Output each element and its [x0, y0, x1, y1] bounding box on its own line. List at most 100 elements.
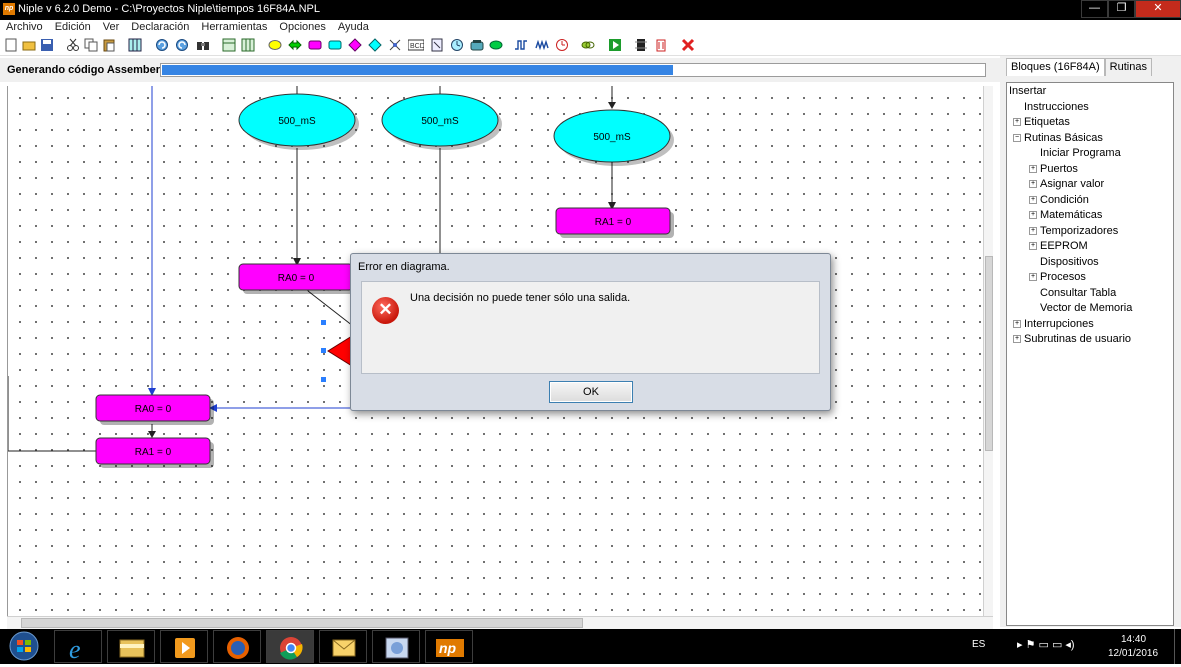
ellipse-icon[interactable]: [268, 38, 282, 52]
menu-declaracion[interactable]: Declaración: [125, 20, 195, 36]
tree-item[interactable]: + Procesos: [1007, 271, 1173, 287]
decision-shape[interactable]: [327, 335, 353, 367]
save-icon[interactable]: [40, 38, 54, 52]
connector-icon[interactable]: [489, 38, 503, 52]
tree-item[interactable]: + Etiquetas: [1007, 116, 1173, 132]
decision-icon[interactable]: [348, 38, 362, 52]
expand-icon[interactable]: +: [1029, 242, 1037, 251]
menu-opciones[interactable]: Opciones: [273, 20, 331, 36]
close-button[interactable]: ✕: [1135, 0, 1181, 18]
tree-item[interactable]: Instrucciones: [1007, 101, 1173, 117]
menu-ver[interactable]: Ver: [97, 20, 126, 36]
delete-icon[interactable]: [654, 38, 668, 52]
tree-item[interactable]: + Asignar valor: [1007, 178, 1173, 194]
tree-item[interactable]: − Rutinas Básicas: [1007, 132, 1173, 148]
tree-item[interactable]: + Condición: [1007, 194, 1173, 210]
paste-icon[interactable]: [102, 38, 116, 52]
bcd-icon[interactable]: BCD: [408, 38, 424, 52]
tab-rutinas[interactable]: Rutinas: [1104, 58, 1152, 76]
diamond-icon[interactable]: [368, 38, 382, 52]
language-indicator[interactable]: ES: [972, 639, 985, 650]
vertical-scrollbar[interactable]: [983, 86, 993, 616]
clock-icon[interactable]: [555, 38, 569, 52]
scroll-thumb[interactable]: [21, 618, 583, 628]
redo-icon[interactable]: [175, 38, 189, 52]
ie-icon[interactable]: e: [54, 630, 102, 664]
selection-handle[interactable]: [321, 377, 326, 382]
data-icon[interactable]: [388, 38, 402, 52]
niple-app-icon[interactable]: np: [3, 3, 15, 15]
expand-icon[interactable]: +: [1013, 319, 1021, 328]
niple-icon[interactable]: np: [425, 630, 473, 663]
binoculars-icon[interactable]: [196, 38, 210, 52]
cut-icon[interactable]: [66, 38, 80, 52]
tree-item[interactable]: + Subrutinas de usuario: [1007, 333, 1173, 349]
menu-archivo[interactable]: Archivo: [0, 20, 49, 36]
photo-icon[interactable]: [372, 630, 420, 663]
run-icon[interactable]: [608, 38, 622, 52]
clock-time[interactable]: 14:40: [1121, 634, 1146, 645]
minimize-button[interactable]: —: [1081, 0, 1108, 18]
ok-button[interactable]: OK: [549, 381, 633, 403]
tree-item[interactable]: Dispositivos: [1007, 256, 1173, 272]
expand-icon[interactable]: +: [1029, 273, 1037, 282]
bit-icon[interactable]: [430, 38, 444, 52]
arrow-block-icon[interactable]: [288, 38, 302, 52]
cancel-icon[interactable]: [681, 38, 695, 52]
tree-item[interactable]: + Temporizadores: [1007, 225, 1173, 241]
dialog-title: Error en diagrama.: [358, 261, 450, 273]
chrome-icon[interactable]: [266, 630, 314, 663]
menu-edicion[interactable]: Edición: [49, 20, 97, 36]
expand-icon[interactable]: +: [1029, 211, 1037, 220]
selection-handle[interactable]: [321, 320, 326, 325]
mail-icon[interactable]: [319, 630, 367, 663]
undo-icon[interactable]: [155, 38, 169, 52]
pulse-icon[interactable]: [514, 38, 528, 52]
toolbar: BCD: [0, 36, 1181, 56]
maximize-button[interactable]: ❐: [1108, 0, 1135, 18]
tree-item[interactable]: Insertar: [1007, 85, 1173, 101]
media-player-icon[interactable]: [160, 630, 208, 663]
tree-item[interactable]: Vector de Memoria: [1007, 302, 1173, 318]
tab-bloques[interactable]: Bloques (16F84A): [1006, 58, 1105, 76]
show-desktop-button[interactable]: [1174, 629, 1181, 664]
firefox-icon[interactable]: [213, 630, 261, 663]
expand-icon[interactable]: +: [1029, 195, 1037, 204]
expand-icon[interactable]: +: [1029, 164, 1037, 173]
grid-icon[interactable]: [128, 38, 142, 52]
expand-icon[interactable]: +: [1013, 335, 1021, 344]
expand-icon[interactable]: +: [1029, 226, 1037, 235]
wave-icon[interactable]: [535, 38, 549, 52]
explorer-icon[interactable]: [107, 630, 155, 663]
phone-icon[interactable]: [470, 38, 484, 52]
timer-icon[interactable]: [450, 38, 464, 52]
tree-item-label: Interrupciones: [1024, 317, 1094, 330]
collapse-icon[interactable]: −: [1013, 133, 1021, 142]
tree-item[interactable]: + Interrupciones: [1007, 318, 1173, 334]
tree-item[interactable]: + Matemáticas: [1007, 209, 1173, 225]
tree-item[interactable]: + Puertos: [1007, 163, 1173, 179]
horizontal-scrollbar[interactable]: [7, 616, 993, 629]
panel-icon[interactable]: [222, 38, 236, 52]
blocks-tree[interactable]: Insertar Instrucciones + Etiquetas − Rutinas …: [1006, 82, 1174, 626]
new-icon[interactable]: [4, 38, 18, 52]
tree-item[interactable]: + EEPROM: [1007, 240, 1173, 256]
process-block-icon[interactable]: [308, 38, 322, 52]
start-button[interactable]: [3, 630, 45, 663]
selection-handle[interactable]: [321, 348, 326, 353]
expand-icon[interactable]: +: [1029, 180, 1037, 189]
chip-icon[interactable]: [634, 38, 648, 52]
tree-item[interactable]: Consultar Tabla: [1007, 287, 1173, 303]
tray-icons[interactable]: ▸ ⚑ ▭ ▭ ◂): [1017, 638, 1075, 651]
open-icon[interactable]: [22, 38, 36, 52]
menu-ayuda[interactable]: Ayuda: [332, 20, 375, 36]
menu-herramientas[interactable]: Herramientas: [195, 20, 273, 36]
subroutine-block-icon[interactable]: [328, 38, 342, 52]
panel2-icon[interactable]: [241, 38, 255, 52]
expand-icon[interactable]: +: [1013, 118, 1021, 127]
chain-icon[interactable]: [581, 38, 595, 52]
scroll-thumb[interactable]: [985, 256, 993, 451]
tree-item[interactable]: Iniciar Programa: [1007, 147, 1173, 163]
clock-date[interactable]: 12/01/2016: [1108, 648, 1158, 659]
copy-icon[interactable]: [84, 38, 98, 52]
